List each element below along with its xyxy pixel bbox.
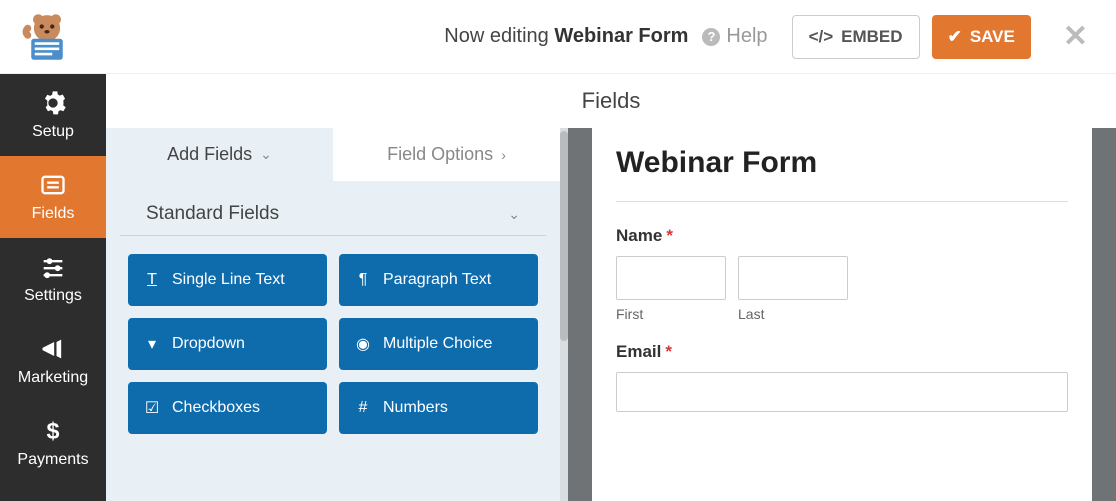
sidebar-item-setup[interactable]: Setup	[0, 74, 106, 156]
embed-button[interactable]: </> EMBED	[792, 15, 920, 59]
chevron-right-icon: ›	[501, 147, 506, 163]
form-icon	[39, 171, 67, 199]
editing-label: Now editing Webinar Form	[444, 25, 688, 48]
name-label: Name*	[616, 226, 1068, 246]
field-single-line-text[interactable]: T Single Line Text	[128, 254, 327, 306]
chevron-down-icon: ⌄	[508, 206, 520, 223]
form-title: Webinar Form	[616, 146, 1068, 179]
sidebar-item-label: Settings	[24, 287, 82, 305]
dollar-icon: $	[39, 417, 67, 445]
top-bar: Now editing Webinar Form ? Help </> EMBE…	[0, 0, 1116, 74]
sidebar-item-label: Fields	[32, 205, 75, 223]
field-numbers[interactable]: # Numbers	[339, 382, 538, 434]
tab-field-options[interactable]: Field Options ›	[333, 128, 560, 181]
help-link[interactable]: ? Help	[702, 25, 767, 48]
sidebar-item-fields[interactable]: Fields	[0, 156, 106, 238]
form-preview: Webinar Form Name* First Last	[592, 128, 1092, 501]
first-sublabel: First	[616, 306, 726, 322]
field-dropdown[interactable]: ▾ Dropdown	[128, 318, 327, 370]
main-area: Fields Add Fields ⌄ Field Options › Stan…	[106, 74, 1116, 501]
last-name-input[interactable]	[738, 256, 848, 300]
required-asterisk: *	[665, 342, 672, 361]
megaphone-icon	[39, 335, 67, 363]
field-multiple-choice[interactable]: ◉ Multiple Choice	[339, 318, 538, 370]
sliders-icon	[39, 253, 67, 281]
radio-icon: ◉	[355, 334, 371, 354]
sidebar-item-label: Payments	[17, 451, 88, 469]
section-standard-fields[interactable]: Standard Fields ⌄	[120, 181, 546, 236]
email-label: Email*	[616, 342, 1068, 362]
field-paragraph-text[interactable]: ¶ Paragraph Text	[339, 254, 538, 306]
bear-logo-icon	[19, 9, 75, 65]
caret-square-icon: ▾	[144, 334, 160, 354]
sidebar-item-label: Marketing	[18, 369, 88, 387]
page-title: Fields	[106, 74, 1116, 128]
fields-panel: Add Fields ⌄ Field Options › Standard Fi…	[106, 128, 568, 501]
email-input[interactable]	[616, 372, 1068, 412]
left-sidebar: Setup Fields Settings Marketing $ Paymen…	[0, 74, 106, 501]
app-logo	[10, 5, 84, 69]
code-icon: </>	[809, 27, 834, 47]
chevron-down-icon: ⌄	[260, 146, 272, 163]
last-sublabel: Last	[738, 306, 848, 322]
preview-pane: Webinar Form Name* First Last	[568, 128, 1116, 501]
text-cursor-icon: T	[144, 271, 160, 289]
divider	[616, 201, 1068, 202]
pilcrow-icon: ¶	[355, 271, 371, 289]
hash-icon: #	[355, 399, 371, 417]
sidebar-item-marketing[interactable]: Marketing	[0, 320, 106, 402]
svg-text:$: $	[47, 418, 60, 444]
save-button[interactable]: ✔ SAVE	[932, 15, 1031, 59]
required-asterisk: *	[666, 226, 673, 245]
close-button[interactable]: ✕	[1055, 19, 1096, 54]
field-checkboxes[interactable]: ☑ Checkboxes	[128, 382, 327, 434]
tab-add-fields[interactable]: Add Fields ⌄	[106, 128, 333, 181]
check-icon: ✔	[948, 27, 962, 47]
sidebar-item-settings[interactable]: Settings	[0, 238, 106, 320]
sidebar-item-payments[interactable]: $ Payments	[0, 402, 106, 484]
gear-icon	[39, 89, 67, 117]
help-icon: ?	[702, 28, 720, 46]
sidebar-item-label: Setup	[32, 123, 74, 141]
panel-scrollbar[interactable]	[560, 131, 568, 341]
first-name-input[interactable]	[616, 256, 726, 300]
checkbox-icon: ☑	[144, 398, 160, 418]
